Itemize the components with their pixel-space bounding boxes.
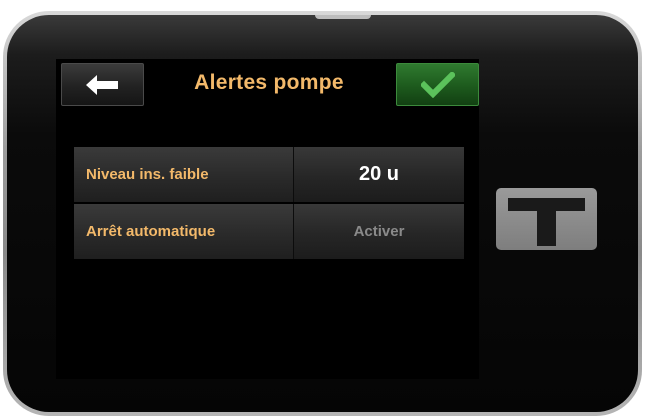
page-title: Alertes pompe xyxy=(194,71,344,94)
setting-row-auto-off[interactable]: Arrêt automatique Activer xyxy=(74,204,464,259)
setting-label-low-insulin: Niveau ins. faible xyxy=(74,147,294,202)
confirm-button[interactable] xyxy=(396,63,479,106)
checkmark-icon xyxy=(420,71,455,98)
setting-value-low-insulin[interactable]: 20 u xyxy=(294,147,464,202)
screen-header: Alertes pompe xyxy=(56,59,479,107)
pump-screen: Alertes pompe Niveau ins. faible 20 u Ar… xyxy=(56,59,479,379)
back-arrow-icon xyxy=(85,74,118,95)
back-button[interactable] xyxy=(61,63,144,106)
t-button[interactable] xyxy=(496,188,597,250)
device-face: Alertes pompe Niveau ins. faible 20 u Ar… xyxy=(7,15,638,412)
t-logo-icon xyxy=(508,198,585,246)
device-top-notch xyxy=(315,15,371,19)
setting-value-auto-off[interactable]: Activer xyxy=(294,204,464,259)
pump-device: Alertes pompe Niveau ins. faible 20 u Ar… xyxy=(3,11,642,416)
alert-settings-list: Niveau ins. faible 20 u Arrêt automatiqu… xyxy=(74,147,464,261)
setting-row-low-insulin[interactable]: Niveau ins. faible 20 u xyxy=(74,147,464,202)
setting-label-auto-off: Arrêt automatique xyxy=(74,204,294,259)
